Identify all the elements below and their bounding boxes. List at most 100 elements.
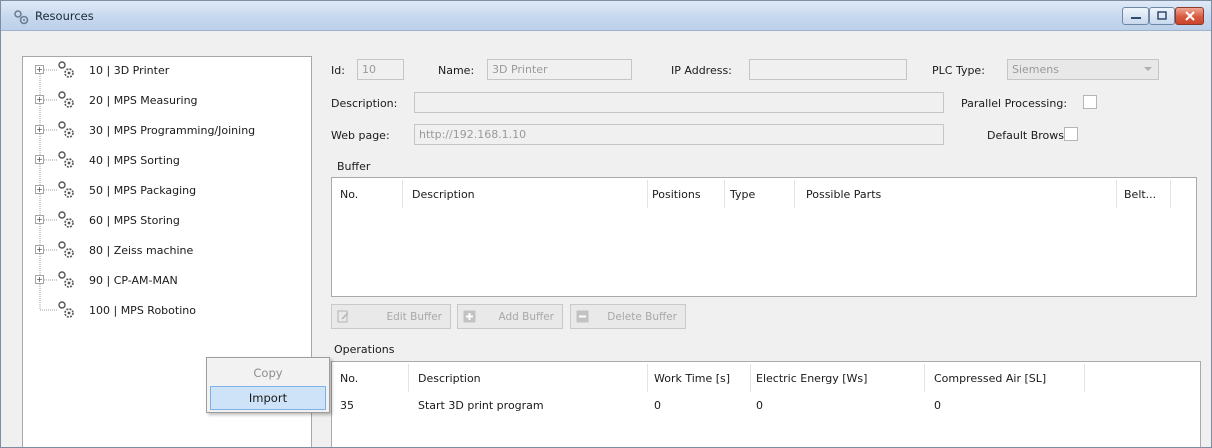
gear-icon (55, 269, 77, 291)
tree-item-mps-programming-joining[interactable]: + 30 | MPS Programming/Joining (23, 117, 312, 147)
menu-item-import[interactable]: Import (210, 386, 326, 410)
expand-icon[interactable]: + (35, 275, 44, 284)
gear-icon (55, 209, 77, 231)
operation-description: Start 3D print program (418, 399, 544, 412)
gear-icon (55, 119, 77, 141)
gear-icon (55, 149, 77, 171)
gear-icon (55, 179, 77, 201)
column-separator (794, 180, 795, 208)
close-button[interactable] (1175, 7, 1204, 25)
column-separator (750, 364, 751, 392)
tree-item-label: 40 | MPS Sorting (89, 154, 180, 167)
operations-list[interactable]: No. Description Work Time [s] Electric E… (331, 361, 1201, 447)
gear-icon (55, 239, 77, 261)
column-separator (724, 180, 725, 208)
column-separator (647, 364, 648, 392)
edit-icon (337, 310, 350, 323)
buffer-col-positions[interactable]: Positions (652, 188, 701, 201)
operations-col-work-time[interactable]: Work Time [s] (654, 372, 730, 385)
resources-window: Resources + 10 | 3D Printer + 20 | MPS M… (0, 0, 1212, 448)
operation-no: 35 (340, 399, 354, 412)
buffer-col-possible-parts[interactable]: Possible Parts (806, 188, 881, 201)
plc-type-label: PLC Type: (932, 64, 985, 77)
name-label: Name: (438, 64, 475, 77)
table-row[interactable]: 35 Start 3D print program 0 0 0 (332, 396, 1200, 416)
add-icon (463, 310, 476, 323)
operations-col-no[interactable]: No. (340, 372, 358, 385)
buffer-section-label: Buffer (337, 160, 371, 173)
tree-item-zeiss-machine[interactable]: + 80 | Zeiss machine (23, 237, 312, 267)
expand-icon[interactable]: + (35, 125, 44, 134)
web-page-field[interactable]: http://192.168.1.10 (414, 124, 944, 145)
operations-col-electric-energy[interactable]: Electric Energy [Ws] (756, 372, 867, 385)
operations-section-label: Operations (334, 343, 395, 356)
expand-icon[interactable]: + (35, 65, 44, 74)
tree-item-mps-robotino[interactable]: 100 | MPS Robotino (23, 297, 312, 327)
tree-item-label: 90 | CP-AM-MAN (89, 274, 178, 287)
tree-item-cp-am-man[interactable]: + 90 | CP-AM-MAN (23, 267, 312, 297)
chevron-down-icon (1144, 67, 1152, 71)
buffer-col-no[interactable]: No. (340, 188, 358, 201)
window-title: Resources (35, 9, 94, 23)
tree-item-mps-measuring[interactable]: + 20 | MPS Measuring (23, 87, 312, 117)
tree-item-mps-storing[interactable]: + 60 | MPS Storing (23, 207, 312, 237)
title-bar[interactable]: Resources (1, 1, 1211, 31)
column-separator (408, 364, 409, 392)
description-field[interactable] (414, 92, 944, 113)
operations-col-compressed-air[interactable]: Compressed Air [SL] (934, 372, 1046, 385)
gear-icon (55, 59, 77, 81)
buffer-list[interactable]: No. Description Positions Type Possible … (331, 177, 1197, 297)
id-label: Id: (331, 64, 345, 77)
expand-icon[interactable]: + (35, 185, 44, 194)
tree-item-label: 60 | MPS Storing (89, 214, 180, 227)
add-buffer-button[interactable]: Add Buffer (457, 304, 563, 329)
id-field[interactable]: 10 (357, 59, 404, 80)
web-page-label: Web page: (331, 129, 390, 142)
maximize-button[interactable] (1149, 7, 1175, 25)
expand-icon[interactable]: + (35, 155, 44, 164)
tree-item-mps-packaging[interactable]: + 50 | MPS Packaging (23, 177, 312, 207)
delete-buffer-button[interactable]: Delete Buffer (570, 304, 686, 329)
context-menu: Copy Import (206, 357, 330, 413)
tree-item-label: 10 | 3D Printer (89, 64, 170, 77)
column-separator (1116, 180, 1117, 208)
gear-icon (55, 89, 77, 111)
tree-item-3d-printer[interactable]: + 10 | 3D Printer (23, 57, 312, 87)
expand-icon[interactable]: + (35, 95, 44, 104)
delete-buffer-label: Delete Buffer (607, 311, 677, 323)
edit-buffer-label: Edit Buffer (386, 311, 442, 323)
tree-item-label: 100 | MPS Robotino (89, 304, 196, 317)
default-browser-checkbox[interactable] (1064, 127, 1078, 141)
tree-item-mps-sorting[interactable]: + 40 | MPS Sorting (23, 147, 312, 177)
column-separator (647, 180, 648, 208)
column-separator (402, 180, 403, 208)
plc-type-select[interactable]: Siemens (1007, 59, 1159, 80)
menu-item-copy[interactable]: Copy (210, 361, 326, 385)
description-label: Description: (331, 97, 398, 110)
buffer-col-belt[interactable]: Belt... (1124, 188, 1156, 201)
maximize-icon (1150, 8, 1174, 24)
resources-icon (13, 9, 29, 25)
parallel-processing-checkbox[interactable] (1083, 95, 1097, 109)
operations-col-description[interactable]: Description (418, 372, 481, 385)
close-icon (1176, 8, 1203, 24)
add-buffer-label: Add Buffer (498, 311, 554, 323)
edit-buffer-button[interactable]: Edit Buffer (331, 304, 451, 329)
column-separator (1084, 364, 1085, 392)
parallel-processing-label: Parallel Processing: (961, 97, 1068, 110)
tree-item-label: 30 | MPS Programming/Joining (89, 124, 256, 137)
tree-item-label: 80 | Zeiss machine (89, 244, 194, 257)
expand-icon[interactable]: + (35, 215, 44, 224)
buffer-col-description[interactable]: Description (412, 188, 475, 201)
column-separator (1170, 180, 1171, 208)
expand-icon[interactable]: + (35, 245, 44, 254)
ip-address-field[interactable] (749, 59, 907, 80)
buffer-col-type[interactable]: Type (730, 188, 755, 201)
name-field[interactable]: 3D Printer (487, 59, 632, 80)
delete-icon (576, 310, 589, 323)
operation-electric-energy: 0 (756, 399, 763, 412)
minimize-button[interactable] (1122, 7, 1149, 25)
operation-compressed-air: 0 (934, 399, 941, 412)
minimize-icon (1123, 8, 1148, 24)
operation-work-time: 0 (654, 399, 661, 412)
